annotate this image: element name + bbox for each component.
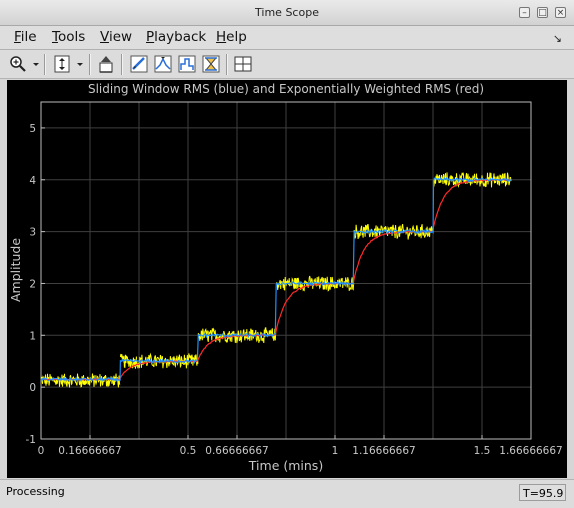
menu-tools[interactable]: Tools bbox=[52, 29, 85, 45]
x-axis-label: Time (mins) bbox=[248, 458, 323, 473]
dock-arrow-icon[interactable]: ↘ bbox=[553, 32, 562, 45]
peak-finder-icon[interactable] bbox=[153, 54, 173, 74]
y-tick-labels: -1 0 1 2 3 4 5 bbox=[26, 123, 45, 446]
ew-rms-trace bbox=[40, 178, 511, 381]
menu-bar: File Tools View Playback Help ↘ bbox=[0, 26, 574, 50]
y-tick-label: 5 bbox=[29, 123, 36, 135]
toolbar-separator bbox=[226, 54, 228, 75]
y-axis-label: Amplitude bbox=[8, 238, 23, 302]
y-tick-label: 0 bbox=[29, 382, 36, 394]
time-readout: T=95.9 bbox=[519, 484, 566, 501]
title-bar: Time Scope – □ × bbox=[0, 0, 574, 26]
close-icon[interactable]: × bbox=[555, 7, 566, 18]
y-tick-label: 3 bbox=[29, 227, 36, 239]
layout-icon[interactable] bbox=[233, 54, 253, 74]
plot-area: -1 0 1 2 3 4 5 0 0.16666667 0.5 0.66666667 1 1.1666… bbox=[7, 80, 567, 478]
scale-axes-icon[interactable] bbox=[52, 54, 72, 74]
x-tick-labels: 0 0.16666667 0.5 0.66666667 1 1.16666667 1.5 1.… bbox=[38, 435, 563, 457]
scope-chart[interactable]: -1012345 0 0.16666667 0.5 0.66666667 1 1.1666… bbox=[7, 80, 567, 478]
y-tick-label: 1 bbox=[29, 330, 36, 342]
x-tick-label: 0 bbox=[38, 445, 45, 457]
x-tick-label: 0.66666667 bbox=[205, 445, 268, 457]
signal-statistics-icon[interactable] bbox=[177, 54, 197, 74]
toolbar-separator bbox=[89, 54, 91, 75]
dropdown-arrow-icon[interactable] bbox=[30, 54, 42, 74]
bilevel-measurements-icon[interactable] bbox=[201, 54, 221, 74]
y-tick-label: 2 bbox=[29, 278, 36, 290]
toolbar bbox=[0, 50, 574, 79]
menu-file[interactable]: File bbox=[14, 29, 37, 45]
grid-lines bbox=[41, 102, 531, 440]
y-tick-label: -1 bbox=[26, 434, 36, 446]
minimize-icon[interactable]: – bbox=[519, 7, 530, 18]
menu-view[interactable]: View bbox=[100, 29, 132, 45]
signal-traces bbox=[40, 172, 512, 388]
x-tick-label: 1.66666667 bbox=[499, 445, 562, 457]
status-bar: Processing T=95.9 bbox=[0, 479, 574, 508]
x-tick-label: 0.5 bbox=[180, 445, 197, 457]
x-tick-label: 0.16666667 bbox=[58, 445, 121, 457]
toolbar-separator bbox=[121, 54, 123, 75]
restore-view-icon[interactable] bbox=[96, 54, 116, 74]
sliding-rms-trace bbox=[40, 176, 512, 383]
menu-help[interactable]: Help bbox=[216, 29, 247, 45]
maximize-icon[interactable]: □ bbox=[537, 7, 548, 18]
zoom-in-icon[interactable] bbox=[8, 54, 28, 74]
menu-playback[interactable]: Playback bbox=[146, 29, 206, 45]
chart-title: Sliding Window RMS (blue) and Exponentia… bbox=[88, 82, 484, 96]
window-title: Time Scope bbox=[255, 6, 319, 19]
status-text: Processing bbox=[6, 485, 65, 498]
x-tick-label: 1.16666667 bbox=[352, 445, 415, 457]
x-tick-label: 1 bbox=[332, 445, 339, 457]
dropdown-arrow-icon[interactable] bbox=[74, 54, 86, 74]
data-cursor-icon[interactable] bbox=[129, 54, 149, 74]
y-tick-label: 4 bbox=[29, 175, 36, 187]
toolbar-separator bbox=[44, 54, 46, 75]
x-tick-label: 1.5 bbox=[474, 445, 491, 457]
